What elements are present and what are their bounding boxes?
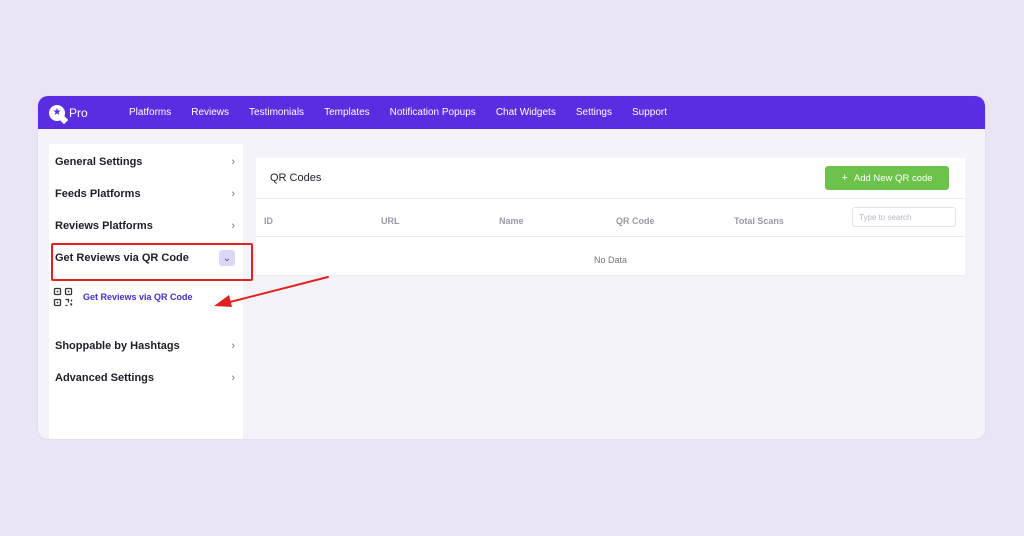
sidebar-item-general-settings[interactable]: General Settings › bbox=[49, 150, 243, 174]
qr-code-icon bbox=[53, 287, 73, 307]
sidebar-item-shoppable-hashtags[interactable]: Shoppable by Hashtags › bbox=[49, 334, 243, 358]
page-title: QR Codes bbox=[270, 172, 322, 184]
nav-support[interactable]: Support bbox=[632, 107, 667, 118]
nav-templates[interactable]: Templates bbox=[324, 107, 370, 118]
add-qr-code-button[interactable]: + Add New QR code bbox=[825, 166, 949, 190]
nav-testimonials[interactable]: Testimonials bbox=[249, 107, 304, 118]
column-header-url[interactable]: URL bbox=[381, 216, 400, 226]
header-divider bbox=[256, 198, 965, 199]
empty-state-text: No Data bbox=[593, 255, 628, 265]
nav-reviews[interactable]: Reviews bbox=[191, 107, 229, 118]
nav-notification-popups[interactable]: Notification Popups bbox=[390, 107, 476, 118]
sidebar-item-advanced-settings[interactable]: Advanced Settings › bbox=[49, 366, 243, 390]
table-header-divider bbox=[256, 236, 965, 237]
logo-text: Pro bbox=[69, 105, 88, 120]
highlight-box bbox=[51, 243, 253, 281]
qr-codes-panel: QR Codes + Add New QR code ID URL Name Q… bbox=[256, 158, 965, 276]
column-header-total-scans[interactable]: Total Scans bbox=[734, 216, 784, 226]
chevron-right-icon: › bbox=[231, 372, 235, 384]
nav-settings[interactable]: Settings bbox=[576, 107, 612, 118]
column-header-name[interactable]: Name bbox=[499, 216, 524, 226]
sidebar-item-label: Feeds Platforms bbox=[55, 188, 141, 200]
sidebar-item-label: Advanced Settings bbox=[55, 372, 155, 384]
table-bottom-divider bbox=[256, 275, 965, 276]
logo[interactable]: ★ Pro bbox=[49, 104, 129, 121]
app-window: ★ Pro Platforms Reviews Testimonials Tem… bbox=[38, 96, 985, 439]
sidebar-item-label: Shoppable by Hashtags bbox=[55, 340, 180, 352]
nav-platforms[interactable]: Platforms bbox=[129, 107, 171, 118]
chevron-right-icon: › bbox=[231, 156, 235, 168]
chevron-right-icon: › bbox=[231, 220, 235, 232]
add-qr-code-label: Add New QR code bbox=[853, 172, 933, 184]
sidebar-item-feeds-platforms[interactable]: Feeds Platforms › bbox=[49, 182, 243, 206]
chevron-right-icon: › bbox=[231, 188, 235, 200]
sidebar-item-label: Reviews Platforms bbox=[55, 220, 153, 232]
sidebar-subitem-get-reviews-qr[interactable]: Get Reviews via QR Code bbox=[53, 282, 233, 312]
sidebar-item-label: General Settings bbox=[55, 156, 143, 168]
nav-chat-widgets[interactable]: Chat Widgets bbox=[496, 107, 556, 118]
top-navbar: ★ Pro Platforms Reviews Testimonials Tem… bbox=[38, 96, 985, 129]
column-header-id[interactable]: ID bbox=[264, 216, 273, 226]
sidebar-item-reviews-platforms[interactable]: Reviews Platforms › bbox=[49, 214, 243, 238]
chevron-right-icon: › bbox=[231, 340, 235, 352]
plus-icon: + bbox=[841, 172, 848, 184]
search-input[interactable] bbox=[852, 207, 956, 227]
logo-star-icon: ★ bbox=[49, 104, 65, 121]
column-header-qr-code[interactable]: QR Code bbox=[616, 216, 655, 226]
sidebar-subitem-label: Get Reviews via QR Code bbox=[83, 292, 193, 302]
main-nav: Platforms Reviews Testimonials Templates… bbox=[129, 107, 687, 118]
